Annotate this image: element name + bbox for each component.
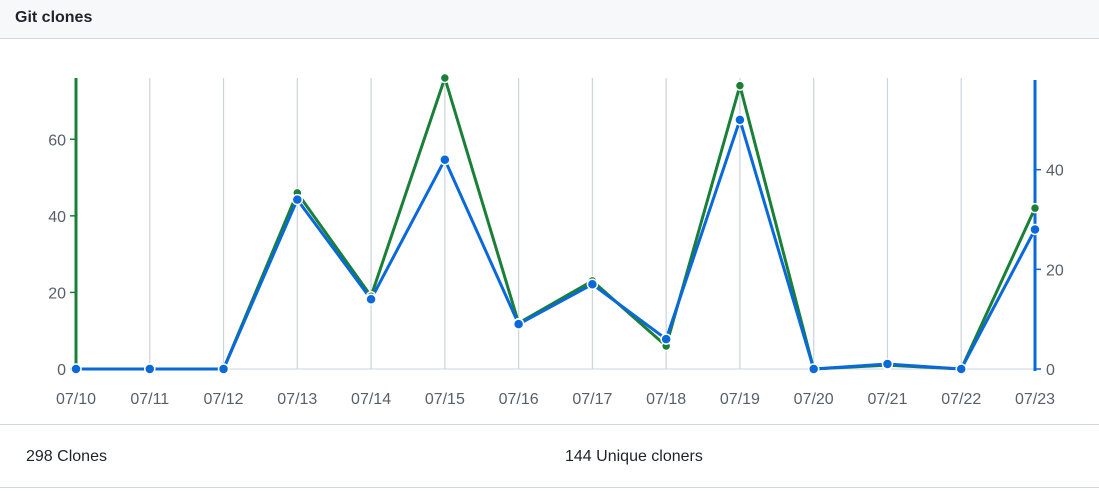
unique-cloners-label: Unique cloners xyxy=(596,448,703,465)
clones-point xyxy=(439,72,451,84)
left-y-tick-label: 20 xyxy=(48,285,66,302)
unique-cloners-point xyxy=(586,278,599,291)
stats-footer: 298 Clones 144 Unique cloners xyxy=(0,424,1099,488)
clones-count: 298 xyxy=(26,448,53,465)
x-tick-label: 07/22 xyxy=(941,391,981,408)
chart-area: 0 20 40 60 0 20 40 07/10 07/11 07/12 07/13 07/14 07/… xyxy=(0,40,1099,424)
unique-cloners-point xyxy=(734,114,746,126)
left-y-tick-label: 0 xyxy=(57,362,66,379)
x-tick-label: 07/21 xyxy=(867,391,907,408)
left-y-tick-label: 40 xyxy=(48,209,66,226)
x-tick-label: 07/17 xyxy=(572,391,612,408)
unique-cloners-point xyxy=(144,363,156,375)
unique-cloners-line xyxy=(76,118,1037,371)
x-tick-label: 07/16 xyxy=(499,391,539,408)
panel-header: Git clones xyxy=(0,0,1099,39)
unique-cloners-point xyxy=(955,363,967,375)
x-tick-label: 07/13 xyxy=(277,391,317,408)
unique-cloners-point xyxy=(881,358,894,370)
left-y-tick-label: 60 xyxy=(48,132,66,149)
unique-cloners-point xyxy=(365,293,377,305)
x-tick-label: 07/15 xyxy=(425,391,465,408)
unique-cloners-point xyxy=(439,153,451,166)
clones-label: Clones xyxy=(57,448,107,465)
unique-cloners-point xyxy=(512,318,525,330)
right-y-tick-label: 20 xyxy=(1046,262,1064,279)
clones-point xyxy=(734,80,746,91)
unique-cloners-point xyxy=(291,193,304,206)
clones-stat: 298 Clones xyxy=(26,448,107,466)
x-tick-label: 07/20 xyxy=(794,391,834,408)
x-tick-label: 07/10 xyxy=(56,391,96,408)
x-tick-label: 07/18 xyxy=(646,391,686,408)
unique-cloners-point xyxy=(660,333,672,345)
right-y-tick-label: 0 xyxy=(1046,362,1055,379)
panel-title: Git clones xyxy=(15,9,93,26)
x-tick-label: 07/11 xyxy=(130,391,169,408)
unique-cloners-point xyxy=(807,363,820,375)
unique-cloners-point xyxy=(70,363,82,375)
unique-cloners-point xyxy=(1029,223,1041,236)
clones-line xyxy=(76,76,1037,371)
clones-point xyxy=(1029,202,1041,214)
clones-chart: 0 20 40 60 0 20 40 07/10 07/11 07/12 07/13 07/14 07/… xyxy=(48,72,1064,408)
x-tick-label: 07/23 xyxy=(1015,391,1055,408)
x-tick-label: 07/14 xyxy=(351,391,391,408)
x-tick-label: 07/19 xyxy=(720,391,760,408)
right-y-tick-label: 40 xyxy=(1046,163,1064,180)
unique-cloners-point xyxy=(217,363,230,375)
x-tick-label: 07/12 xyxy=(204,391,244,408)
unique-cloners-stat: 144 Unique cloners xyxy=(565,448,703,466)
unique-cloners-count: 144 xyxy=(565,448,592,465)
